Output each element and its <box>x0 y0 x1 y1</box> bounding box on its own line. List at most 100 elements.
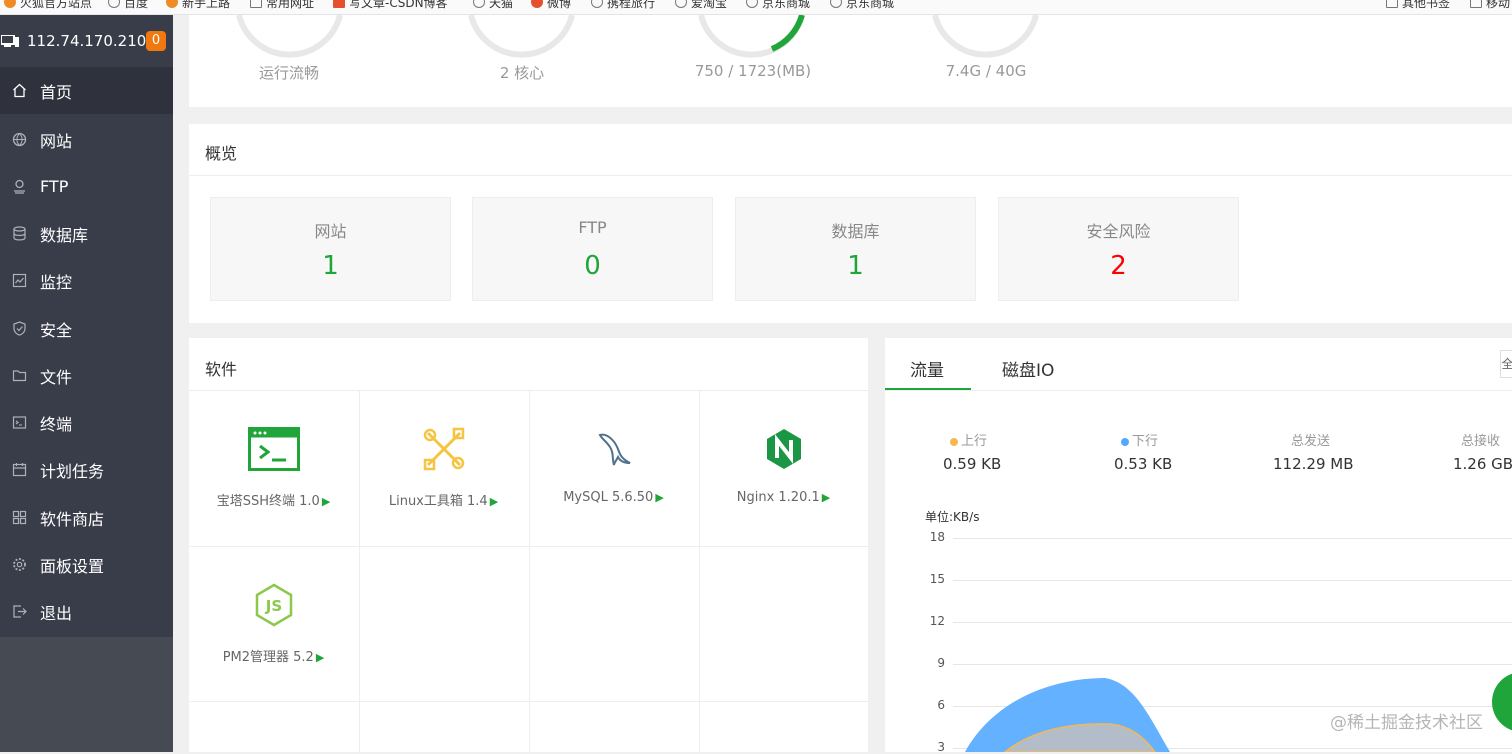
overview-value[interactable]: 0 <box>473 251 712 281</box>
bookmark-item[interactable]: 携程旅行 <box>591 0 655 10</box>
bookmark-item[interactable]: 天猫 <box>473 0 513 10</box>
load-status-text: 运行流畅 <box>258 64 319 82</box>
overview-value[interactable]: 2 <box>999 251 1238 281</box>
ssh-terminal-icon <box>246 426 302 472</box>
overview-box-security-risk[interactable]: 安全风险 2 <box>998 197 1239 301</box>
software-name: MySQL 5.6.50 <box>563 490 654 505</box>
sidebar-item-security[interactable]: 安全 <box>0 305 173 352</box>
load-gauge <box>236 15 343 58</box>
monitor-icon <box>12 273 27 288</box>
gauge-arcs <box>236 15 1039 58</box>
home-icon <box>12 83 27 98</box>
calendar-icon <box>12 462 27 477</box>
bookmark-item[interactable]: 火狐官方站点 <box>4 0 92 10</box>
cpu-status-text: 2 核心 <box>499 64 545 82</box>
divider <box>189 175 1512 176</box>
overview-label: 数据库 <box>831 222 880 241</box>
sidebar-footer <box>0 637 173 752</box>
overview-label: 网站 <box>314 222 347 241</box>
software-title: 软件 <box>205 360 238 379</box>
play-arrow-icon[interactable]: ▶ <box>322 495 330 508</box>
sidebar-item-label: FTP <box>40 177 69 196</box>
sidebar-item-terminal[interactable]: 终端 <box>0 399 173 446</box>
watermark: @稀土掘金技术社区 <box>1330 713 1483 733</box>
sidebar-item-database[interactable]: 数据库 <box>0 210 173 257</box>
sidebar-item-cron[interactable]: 计划任务 <box>0 446 173 493</box>
play-arrow-icon[interactable]: ▶ <box>490 495 498 508</box>
server-ip-header[interactable]: 112.74.170.210 0 <box>0 15 173 67</box>
grid-line <box>189 701 868 702</box>
shield-icon <box>12 321 27 336</box>
bookmark-item[interactable]: 写文章-CSDN博客 <box>333 0 448 10</box>
overview-card: 概览 网站 1 FTP 0 数据库 1 安全风险 2 <box>189 124 1512 323</box>
sidebar-item-monitor[interactable]: 监控 <box>0 257 173 304</box>
notification-badge[interactable]: 0 <box>146 31 166 51</box>
software-item-linux-toolbox[interactable]: Linux工具箱 1.4 ▶ <box>359 390 528 545</box>
software-name: PM2管理器 5.2 <box>222 650 314 665</box>
sidebar-item-label: 网站 <box>40 131 73 151</box>
bookmark-item[interactable]: 京东商城 <box>746 0 810 10</box>
sidebar-item-label: 文件 <box>40 367 73 387</box>
server-ip: 112.74.170.210 <box>27 32 147 50</box>
software-card: 软件 宝塔SSH终端 1.0 ▶ Linux工具箱 1.4 ▶ MySQL 5.6.… <box>189 338 868 752</box>
software-item-nginx[interactable]: Nginx 1.20.1 ▶ <box>699 390 868 545</box>
sidebar-item-website[interactable]: 网站 <box>0 116 173 163</box>
sidebar-menu: 首页 网站 FTP 数据库 监控 安全 文件 终端 计划任务 软件商店 面板设置 <box>0 67 173 637</box>
sidebar-item-ftp[interactable]: FTP <box>0 163 173 210</box>
play-arrow-icon[interactable]: ▶ <box>655 491 663 504</box>
nodejs-icon: JS <box>246 582 302 628</box>
folder-icon <box>1386 0 1398 8</box>
database-icon <box>12 226 27 241</box>
folder-icon <box>12 368 27 383</box>
terminal-icon <box>12 415 27 430</box>
memory-status-text: 750 / 1723(MB) <box>694 62 812 80</box>
bookmark-item[interactable]: 京东商城 <box>830 0 894 10</box>
bookmark-item[interactable]: 常用网址 <box>250 0 314 10</box>
globe-icon <box>108 0 120 8</box>
sidebar-item-store[interactable]: 软件商店 <box>0 494 173 541</box>
software-item-pm2[interactable]: JS PM2管理器 5.2 ▶ <box>189 546 358 701</box>
software-name: Nginx 1.20.1 <box>736 490 820 505</box>
sidebar-item-label: 首页 <box>40 82 73 102</box>
csdn-icon <box>333 0 345 8</box>
overview-box-website[interactable]: 网站 1 <box>210 197 451 301</box>
grid-icon <box>12 510 27 525</box>
overview-box-ftp[interactable]: FTP 0 <box>472 197 713 301</box>
bookmark-item[interactable]: 新手上路 <box>166 0 230 10</box>
bookmark-other[interactable]: 其他书签 <box>1386 0 1450 10</box>
bookmark-item[interactable]: 爱淘宝 <box>675 0 727 10</box>
memory-gauge <box>698 15 805 58</box>
sidebar-item-label: 数据库 <box>40 225 89 245</box>
sidebar-item-files[interactable]: 文件 <box>0 352 173 399</box>
software-item-mysql[interactable]: MySQL 5.6.50 ▶ <box>529 390 698 545</box>
mysql-dolphin-icon <box>586 426 642 472</box>
gear-icon <box>12 557 27 572</box>
overview-value[interactable]: 1 <box>736 251 975 281</box>
sidebar-item-label: 监控 <box>40 272 73 292</box>
globe-icon <box>591 0 603 8</box>
play-arrow-icon[interactable]: ▶ <box>316 651 324 664</box>
sidebar-item-label: 软件商店 <box>40 509 105 529</box>
overview-value[interactable]: 1 <box>211 251 450 281</box>
disk-gauge <box>932 15 1039 58</box>
toolbox-icon <box>416 426 472 472</box>
bookmark-item[interactable]: 百度 <box>108 0 148 10</box>
software-item-ssh[interactable]: 宝塔SSH终端 1.0 ▶ <box>189 390 358 545</box>
firefox-icon <box>166 0 178 8</box>
sidebar-item-label: 面板设置 <box>40 556 105 576</box>
overview-box-database[interactable]: 数据库 1 <box>735 197 976 301</box>
overview-title: 概览 <box>205 144 238 163</box>
sidebar-item-home[interactable]: 首页 <box>0 67 173 114</box>
logout-icon <box>12 604 27 619</box>
sidebar-item-label: 终端 <box>40 414 73 434</box>
overview-label: FTP <box>578 218 607 237</box>
bookmarks-bar: 火狐官方站点 百度 新手上路 常用网址 写文章-CSDN博客 天猫 微博 携程旅… <box>0 0 1512 15</box>
play-arrow-icon[interactable]: ▶ <box>822 491 830 504</box>
sidebar-item-logout[interactable]: 退出 <box>0 588 173 635</box>
cpu-gauge <box>468 15 575 58</box>
sidebar-item-settings[interactable]: 面板设置 <box>0 541 173 588</box>
sidebar-item-label: 安全 <box>40 320 73 340</box>
bookmark-mobile[interactable]: 移动 <box>1470 0 1510 10</box>
bookmark-item[interactable]: 微博 <box>531 0 571 10</box>
software-grid: 宝塔SSH终端 1.0 ▶ Linux工具箱 1.4 ▶ MySQL 5.6.50 ▶… <box>189 390 868 752</box>
